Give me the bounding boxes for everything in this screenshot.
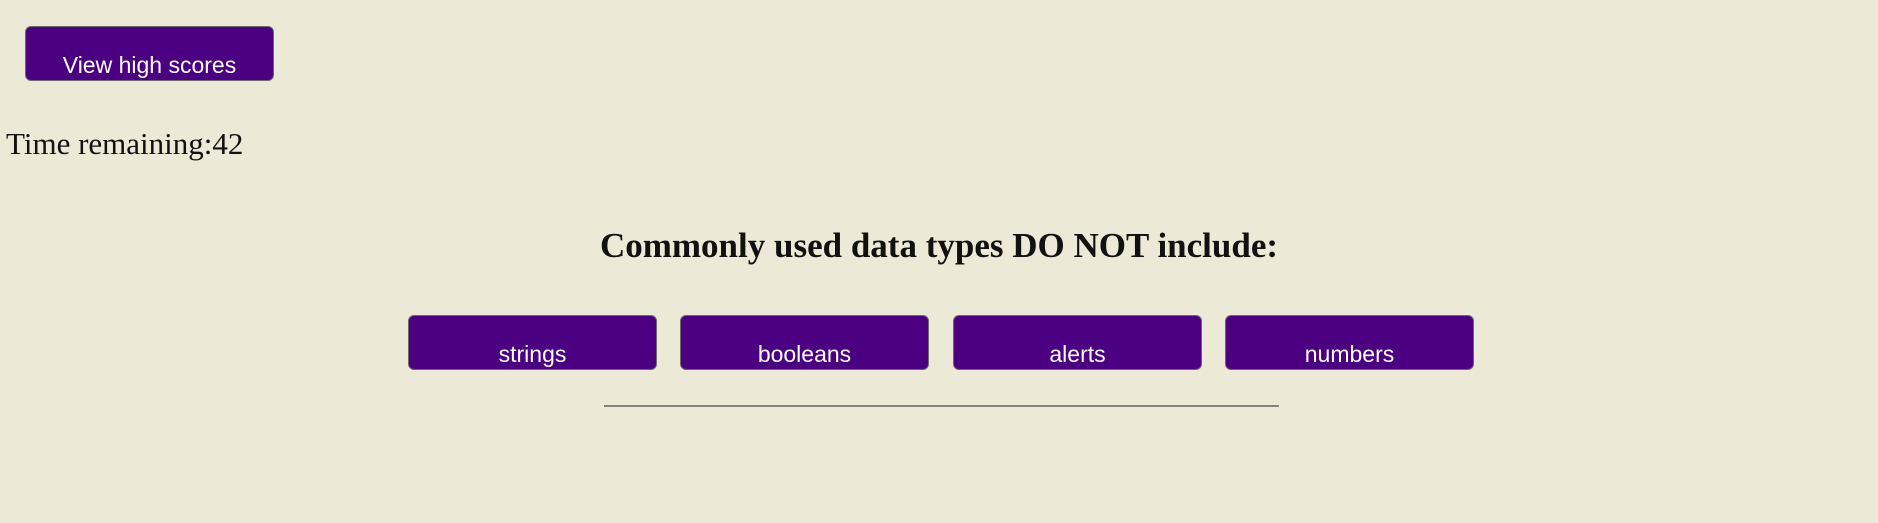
answer-button-alerts[interactable]: alerts	[953, 315, 1202, 370]
answer-button-numbers[interactable]: numbers	[1225, 315, 1474, 370]
time-remaining-text: Time remaining:42	[6, 126, 244, 161]
answer-button-booleans[interactable]: booleans	[680, 315, 929, 370]
view-high-scores-button[interactable]: View high scores	[25, 26, 274, 81]
result-divider	[604, 405, 1279, 407]
answer-button-strings[interactable]: strings	[408, 315, 657, 370]
question-title: Commonly used data types DO NOT include:	[599, 226, 1279, 265]
